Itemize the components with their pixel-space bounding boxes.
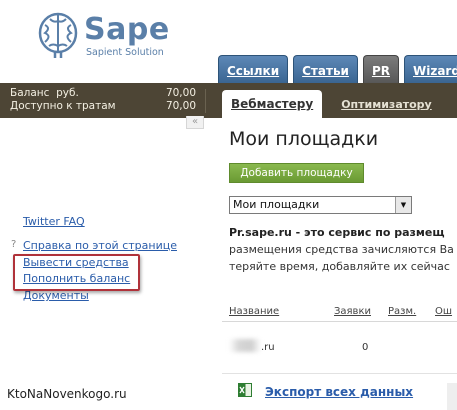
add-site-button[interactable]: Добавить площадку (229, 163, 364, 183)
highlight-annotation-box (13, 254, 140, 291)
sites-filter-select[interactable]: Мои площадки ▼ (229, 196, 412, 214)
balance-label: Баланс руб. (10, 87, 79, 99)
tab-finance[interactable]: Фи (451, 90, 457, 118)
sidebar-collapse-button[interactable]: « (186, 116, 204, 129)
select-value: Мои площадки (233, 198, 320, 211)
twitter-faq-link[interactable]: Twitter FAQ (23, 215, 85, 228)
available-value: 70,00 (165, 100, 196, 112)
available-label: Доступно к тратам (10, 100, 116, 112)
column-header-name[interactable]: Название (229, 306, 279, 317)
help-icon: ? (11, 239, 17, 250)
brand-name: Sape (84, 12, 170, 47)
column-header-errors[interactable]: Ош (435, 306, 452, 317)
balance-row: Баланс руб. 70,00 (10, 87, 200, 100)
tab-articles[interactable]: Статьи (293, 55, 358, 85)
column-header-placed[interactable]: Разм. (388, 306, 416, 317)
table-row-divider (222, 373, 457, 374)
top-tabs: Ссылки Статьи PR Wizard (218, 53, 457, 85)
balance-panel: Баланс руб. 70,00 Доступно к тратам 70,0… (10, 87, 200, 113)
description-line-3: теряйте время, добавляйте их сейчас (229, 260, 450, 273)
description-heading: Pr.sape.ru - это сервис по размещ (229, 226, 445, 239)
column-header-requests[interactable]: Заявки (334, 306, 371, 317)
chevron-down-icon[interactable]: ▼ (395, 197, 411, 213)
brand-tagline: Sapient Solution (86, 47, 164, 58)
balance-value: 70,00 (165, 87, 196, 99)
site-name-cell[interactable]: .ru (261, 342, 275, 353)
site-watermark: KtoNaNovenkogo.ru (7, 387, 127, 401)
tab-optimizer[interactable]: Оптимизатору (332, 90, 441, 118)
description-line-2: размещения средства зачисляются Ва (229, 243, 454, 256)
excel-icon (238, 383, 252, 397)
sub-tabs: Вебмастеру Оптимизатору Фи (222, 88, 457, 118)
redacted-site-name (229, 339, 261, 352)
sape-logo[interactable]: Sape Sapient Solution (37, 11, 170, 63)
help-link[interactable]: Справка по этой странице (23, 239, 177, 252)
bar-divider (205, 89, 206, 113)
page-title: Мои площадки (229, 128, 379, 150)
tab-wizard[interactable]: Wizard (403, 55, 457, 85)
tab-webmaster[interactable]: Вебмастеру (222, 90, 323, 118)
requests-cell: 0 (362, 342, 369, 353)
table-header-divider (222, 321, 457, 322)
export-all-data-link[interactable]: Экспорт всех данных (265, 385, 413, 399)
available-row: Доступно к тратам 70,00 (10, 100, 200, 113)
brain-logo-icon (38, 12, 78, 58)
tab-pr[interactable]: PR (362, 55, 399, 85)
scrollbar[interactable] (447, 383, 457, 410)
tab-links[interactable]: Ссылки (218, 55, 289, 85)
